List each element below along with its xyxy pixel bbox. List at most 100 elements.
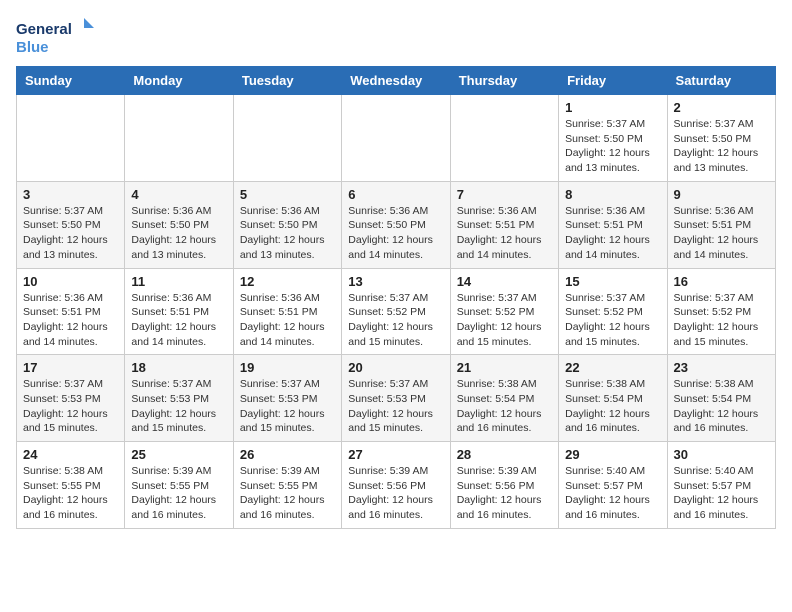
day-cell	[450, 95, 558, 182]
day-cell: 25Sunrise: 5:39 AM Sunset: 5:55 PM Dayli…	[125, 442, 233, 529]
day-cell: 10 Sunrise: 5:36 AM Sunset: 5:51 PM Dayli…	[17, 268, 125, 355]
day-info: Sunrise: 5:37 AM Sunset: 5:53 PM Dayligh…	[131, 377, 226, 436]
day-cell: 27 Sunrise: 5:39 AM Sunset: 5:56 PM Dayli…	[342, 442, 450, 529]
day-cell: 24 Sunrise: 5:38 AM Sunset: 5:55 PM Dayli…	[17, 442, 125, 529]
week-row-4: 17 Sunrise: 5:37 AM Sunset: 5:53 PM Dayli…	[17, 355, 776, 442]
day-cell: 7 Sunrise: 5:36 AM Sunset: 5:51 PM Daylig…	[450, 181, 558, 268]
day-info: Sunrise: 5:36 AM Sunset: 5:51 PM Dayligh…	[457, 204, 552, 263]
day-info: Sunrise: 5:39 AM Sunset: 5:55 PM Dayligh…	[240, 464, 335, 523]
day-number: 2	[674, 100, 769, 115]
day-number: 26	[240, 447, 335, 462]
day-cell: 18 Sunrise: 5:37 AM Sunset: 5:53 PM Dayli…	[125, 355, 233, 442]
day-info: Sunrise: 5:37 AM Sunset: 5:52 PM Dayligh…	[348, 291, 443, 350]
day-number: 28	[457, 447, 552, 462]
day-number: 18	[131, 360, 226, 375]
day-number: 9	[674, 187, 769, 202]
day-info: Sunrise: 5:38 AM Sunset: 5:55 PM Dayligh…	[23, 464, 118, 523]
day-info: Sunrise: 5:40 AM Sunset: 5:57 PM Dayligh…	[565, 464, 660, 523]
day-info: Sunrise: 5:38 AM Sunset: 5:54 PM Dayligh…	[674, 377, 769, 436]
page-header: General Blue	[16, 16, 776, 58]
day-cell	[233, 95, 341, 182]
day-info: Sunrise: 5:40 AM Sunset: 5:57 PM Dayligh…	[674, 464, 769, 523]
day-cell: 13 Sunrise: 5:37 AM Sunset: 5:52 PM Dayli…	[342, 268, 450, 355]
day-cell: 30 Sunrise: 5:40 AM Sunset: 5:57 PM Dayli…	[667, 442, 775, 529]
day-info: Sunrise: 5:37 AM Sunset: 5:50 PM Dayligh…	[674, 117, 769, 176]
day-info: Sunrise: 5:36 AM Sunset: 5:51 PM Dayligh…	[131, 291, 226, 350]
day-cell: 29 Sunrise: 5:40 AM Sunset: 5:57 PM Dayli…	[559, 442, 667, 529]
day-number: 7	[457, 187, 552, 202]
svg-text:Blue: Blue	[16, 39, 49, 56]
day-number: 30	[674, 447, 769, 462]
day-cell: 4Sunrise: 5:36 AM Sunset: 5:50 PM Daylig…	[125, 181, 233, 268]
day-info: Sunrise: 5:36 AM Sunset: 5:50 PM Dayligh…	[240, 204, 335, 263]
day-cell	[17, 95, 125, 182]
day-info: Sunrise: 5:37 AM Sunset: 5:53 PM Dayligh…	[23, 377, 118, 436]
day-info: Sunrise: 5:37 AM Sunset: 5:50 PM Dayligh…	[23, 204, 118, 263]
day-info: Sunrise: 5:38 AM Sunset: 5:54 PM Dayligh…	[565, 377, 660, 436]
day-info: Sunrise: 5:36 AM Sunset: 5:51 PM Dayligh…	[240, 291, 335, 350]
calendar-header: SundayMondayTuesdayWednesdayThursdayFrid…	[17, 67, 776, 95]
day-cell: 16Sunrise: 5:37 AM Sunset: 5:52 PM Dayli…	[667, 268, 775, 355]
day-info: Sunrise: 5:39 AM Sunset: 5:56 PM Dayligh…	[348, 464, 443, 523]
day-cell: 2 Sunrise: 5:37 AM Sunset: 5:50 PM Daylig…	[667, 95, 775, 182]
day-number: 23	[674, 360, 769, 375]
day-cell: 15 Sunrise: 5:37 AM Sunset: 5:52 PM Dayli…	[559, 268, 667, 355]
day-info: Sunrise: 5:37 AM Sunset: 5:53 PM Dayligh…	[240, 377, 335, 436]
day-info: Sunrise: 5:39 AM Sunset: 5:56 PM Dayligh…	[457, 464, 552, 523]
logo: General Blue	[16, 16, 96, 58]
weekday-header-saturday: Saturday	[667, 67, 775, 95]
day-cell: 14 Sunrise: 5:37 AM Sunset: 5:52 PM Dayli…	[450, 268, 558, 355]
day-info: Sunrise: 5:36 AM Sunset: 5:50 PM Dayligh…	[131, 204, 226, 263]
weekday-header-monday: Monday	[125, 67, 233, 95]
day-number: 25	[131, 447, 226, 462]
weekday-header-tuesday: Tuesday	[233, 67, 341, 95]
week-row-2: 3 Sunrise: 5:37 AM Sunset: 5:50 PM Daylig…	[17, 181, 776, 268]
day-cell: 1 Sunrise: 5:37 AM Sunset: 5:50 PM Daylig…	[559, 95, 667, 182]
day-cell	[342, 95, 450, 182]
week-row-1: 1 Sunrise: 5:37 AM Sunset: 5:50 PM Daylig…	[17, 95, 776, 182]
day-cell: 3 Sunrise: 5:37 AM Sunset: 5:50 PM Daylig…	[17, 181, 125, 268]
calendar-table: SundayMondayTuesdayWednesdayThursdayFrid…	[16, 66, 776, 529]
weekday-header-wednesday: Wednesday	[342, 67, 450, 95]
day-info: Sunrise: 5:37 AM Sunset: 5:52 PM Dayligh…	[674, 291, 769, 350]
day-info: Sunrise: 5:38 AM Sunset: 5:54 PM Dayligh…	[457, 377, 552, 436]
day-cell: 21 Sunrise: 5:38 AM Sunset: 5:54 PM Dayli…	[450, 355, 558, 442]
day-number: 1	[565, 100, 660, 115]
day-number: 8	[565, 187, 660, 202]
day-info: Sunrise: 5:36 AM Sunset: 5:51 PM Dayligh…	[674, 204, 769, 263]
day-number: 3	[23, 187, 118, 202]
week-row-3: 10 Sunrise: 5:36 AM Sunset: 5:51 PM Dayli…	[17, 268, 776, 355]
day-number: 5	[240, 187, 335, 202]
day-cell: 20Sunrise: 5:37 AM Sunset: 5:53 PM Dayli…	[342, 355, 450, 442]
day-info: Sunrise: 5:37 AM Sunset: 5:52 PM Dayligh…	[457, 291, 552, 350]
day-number: 27	[348, 447, 443, 462]
day-number: 17	[23, 360, 118, 375]
day-cell: 28 Sunrise: 5:39 AM Sunset: 5:56 PM Dayli…	[450, 442, 558, 529]
day-cell: 5 Sunrise: 5:36 AM Sunset: 5:50 PM Daylig…	[233, 181, 341, 268]
day-cell: 12 Sunrise: 5:36 AM Sunset: 5:51 PM Dayli…	[233, 268, 341, 355]
day-cell: 11Sunrise: 5:36 AM Sunset: 5:51 PM Dayli…	[125, 268, 233, 355]
day-number: 24	[23, 447, 118, 462]
day-number: 6	[348, 187, 443, 202]
day-number: 14	[457, 274, 552, 289]
day-number: 15	[565, 274, 660, 289]
day-cell: 9 Sunrise: 5:36 AM Sunset: 5:51 PM Daylig…	[667, 181, 775, 268]
day-cell	[125, 95, 233, 182]
day-cell: 19Sunrise: 5:37 AM Sunset: 5:53 PM Dayli…	[233, 355, 341, 442]
day-info: Sunrise: 5:37 AM Sunset: 5:52 PM Dayligh…	[565, 291, 660, 350]
day-number: 21	[457, 360, 552, 375]
day-info: Sunrise: 5:37 AM Sunset: 5:50 PM Dayligh…	[565, 117, 660, 176]
day-number: 13	[348, 274, 443, 289]
day-number: 29	[565, 447, 660, 462]
day-info: Sunrise: 5:36 AM Sunset: 5:51 PM Dayligh…	[23, 291, 118, 350]
day-info: Sunrise: 5:36 AM Sunset: 5:50 PM Dayligh…	[348, 204, 443, 263]
weekday-header-thursday: Thursday	[450, 67, 558, 95]
weekday-header-row: SundayMondayTuesdayWednesdayThursdayFrid…	[17, 67, 776, 95]
day-cell: 26 Sunrise: 5:39 AM Sunset: 5:55 PM Dayli…	[233, 442, 341, 529]
day-number: 12	[240, 274, 335, 289]
calendar-body: 1 Sunrise: 5:37 AM Sunset: 5:50 PM Daylig…	[17, 95, 776, 529]
day-number: 10	[23, 274, 118, 289]
weekday-header-sunday: Sunday	[17, 67, 125, 95]
logo-svg: General Blue	[16, 16, 96, 58]
svg-text:General: General	[16, 21, 72, 38]
